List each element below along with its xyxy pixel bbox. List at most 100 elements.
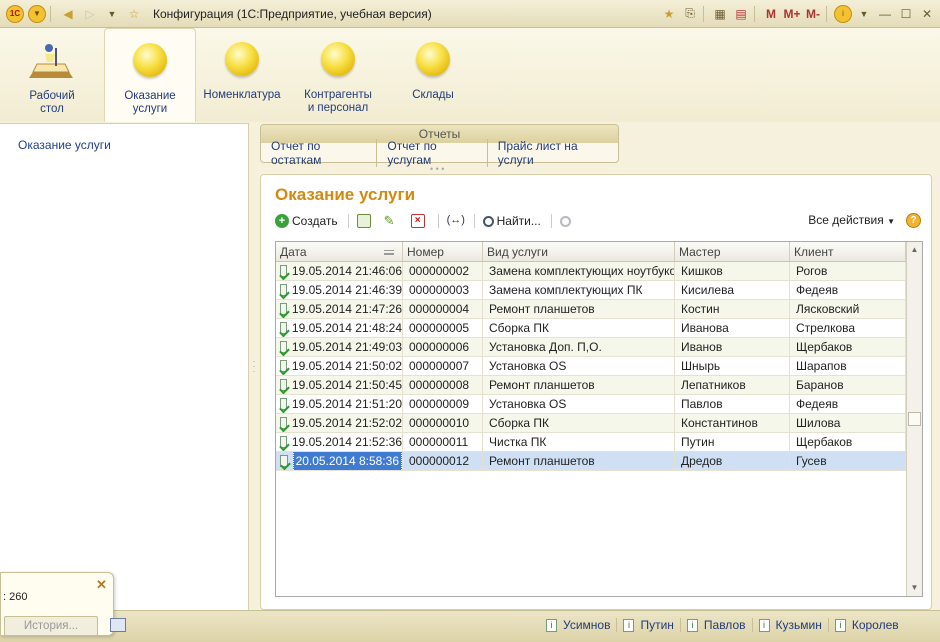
table-cell: 000000006 [403,338,483,356]
info-icon[interactable]: i [834,4,852,23]
table-cell: Замена комплектующих ПК [483,281,675,299]
user-item[interactable]: i Королев [827,618,905,632]
history-button[interactable]: История... [4,616,98,636]
table-cell: Лепатников [675,376,790,394]
services-table: Дата Номер Вид услуги Мастер Клиент 19.0… [275,241,923,597]
posted-document-icon [280,436,287,448]
scroll-up-icon[interactable]: ▲ [907,242,922,258]
services-list-panel: Оказание услуги + Создать ✎ × (↔) Найти.… [260,174,932,610]
table-cell: 19.05.2014 21:49:03 [276,338,403,356]
table-row[interactable]: 19.05.2014 21:51:20 000000009 Установка OS… [276,395,922,414]
add-favorite-icon[interactable]: ★ [660,5,678,23]
copy-button[interactable] [356,214,374,228]
user-info-icon: i [623,618,635,632]
table-cell: 000000005 [403,319,483,337]
divider [550,214,552,228]
calendar-icon[interactable]: ▤ [732,5,750,23]
edit-button[interactable]: ✎ [384,214,401,228]
table-cell: Гусев [790,452,906,470]
column-header-master[interactable]: Мастер [675,242,790,261]
favorite-star-icon[interactable]: ☆ [125,5,143,23]
divider [437,214,439,228]
table-row[interactable]: 20.05.2014 8:58:36 000000012 Ремонт планше… [276,452,922,471]
maximize-icon[interactable]: ☐ [897,5,915,23]
table-row[interactable]: 19.05.2014 21:50:45 000000008 Ремонт планш… [276,376,922,395]
section-contractors[interactable]: Контрагенты и персонал [288,28,388,122]
user-info-icon: i [834,618,846,632]
user-item[interactable]: i Усимнов [540,618,616,632]
column-header-number[interactable]: Номер [403,242,483,261]
panel-resize-handle[interactable]: • • • [430,164,444,174]
posted-document-icon [280,284,287,296]
interval-button[interactable]: (↔) [447,214,465,228]
section-services[interactable]: Оказание услуги [104,28,196,122]
table-cell: Чистка ПК [483,433,675,451]
scroll-thumb[interactable] [908,412,921,426]
column-header-client[interactable]: Клиент [790,242,906,261]
section-warehouses[interactable]: Склады [388,28,478,122]
plus-icon: + [275,214,289,228]
find-button[interactable]: Найти... [482,214,541,228]
minimize-icon[interactable]: — [876,5,894,23]
report-stock-link[interactable]: Отчет по остаткам [261,139,378,167]
app-logo-icon[interactable]: 1С [6,4,24,23]
vertical-scrollbar[interactable]: ▲ ▼ [906,242,922,596]
table-row[interactable]: 19.05.2014 21:50:02 000000007 Установка OS… [276,357,922,376]
section-orb-icon [225,42,259,76]
user-item[interactable]: i Павлов [679,618,752,632]
pencil-icon: ✎ [383,213,395,228]
section-label: Оказание [124,90,176,102]
sort-icon [384,250,394,255]
section-label: Номенклатура [203,89,281,101]
table-cell: Федеяв [790,281,906,299]
close-icon[interactable]: ✕ [96,577,107,593]
report-services-link[interactable]: Отчет по услугам [377,139,488,167]
history-dropdown-icon[interactable]: ▼ [103,5,121,23]
info-dropdown-icon[interactable]: ▼ [855,5,873,23]
splitter-handle[interactable]: · · · [250,123,258,610]
close-icon[interactable]: ✕ [918,5,936,23]
section-orb-icon [321,42,355,76]
user-item[interactable]: i Путин [616,618,679,632]
main-menu-icon[interactable]: ▼ [28,4,46,23]
create-button[interactable]: + Создать [275,214,338,228]
forward-icon[interactable]: ▷ [81,5,99,23]
cancel-search-button[interactable] [559,215,574,227]
table-row[interactable]: 19.05.2014 21:52:36 000000011 Чистка ПК Пут… [276,433,922,452]
window-title: Конфигурация (1С:Предприятие, учебная ве… [153,6,432,21]
table-cell: 19.05.2014 21:52:02 [276,414,403,432]
memory-m-button[interactable]: M [762,5,780,23]
scroll-down-icon[interactable]: ▼ [907,580,922,596]
table-cell: Ремонт планшетов [483,452,675,470]
network-icon[interactable] [110,618,126,632]
table-row[interactable]: 19.05.2014 21:46:39 000000003 Замена компл… [276,281,922,300]
table-cell: Федеяв [790,395,906,413]
user-item[interactable]: i Кузьмин [751,618,828,632]
table-row[interactable]: 19.05.2014 21:48:24 000000005 Сборка ПК Ива… [276,319,922,338]
posted-document-icon [280,417,287,429]
table-row[interactable]: 19.05.2014 21:52:02 000000010 Сборка ПК Кон… [276,414,922,433]
table-row[interactable]: 19.05.2014 21:46:06 000000002 Замена компл… [276,262,922,281]
posted-document-icon [280,379,287,391]
table-cell: Дредов [675,452,790,470]
table-cell: Сборка ПК [483,414,675,432]
delete-button[interactable]: × [410,214,428,228]
help-icon[interactable]: ? [906,213,921,228]
sidebar-item-services[interactable]: Оказание услуги [18,138,111,152]
report-pricelist-link[interactable]: Прайс лист на услуги [488,139,618,167]
table-row[interactable]: 19.05.2014 21:47:26 000000004 Ремонт планш… [276,300,922,319]
column-header-service[interactable]: Вид услуги [483,242,675,261]
column-header-date[interactable]: Дата [276,242,403,261]
section-nomenclature[interactable]: Номенклатура [196,28,288,122]
table-cell: 000000003 [403,281,483,299]
memory-mminus-button[interactable]: M- [804,5,822,23]
link-icon[interactable]: ⎘ [681,5,699,23]
section-orb-icon [416,42,450,76]
table-cell: 19.05.2014 21:46:39 [276,281,403,299]
section-desktop[interactable]: Рабочий стол [0,28,104,122]
back-icon[interactable]: ◀ [59,5,77,23]
all-actions-button[interactable]: Все действия ▼ [808,213,895,227]
calculator-icon[interactable]: ▦ [711,5,729,23]
memory-mplus-button[interactable]: M+ [783,5,801,23]
table-row[interactable]: 19.05.2014 21:49:03 000000006 Установка До… [276,338,922,357]
